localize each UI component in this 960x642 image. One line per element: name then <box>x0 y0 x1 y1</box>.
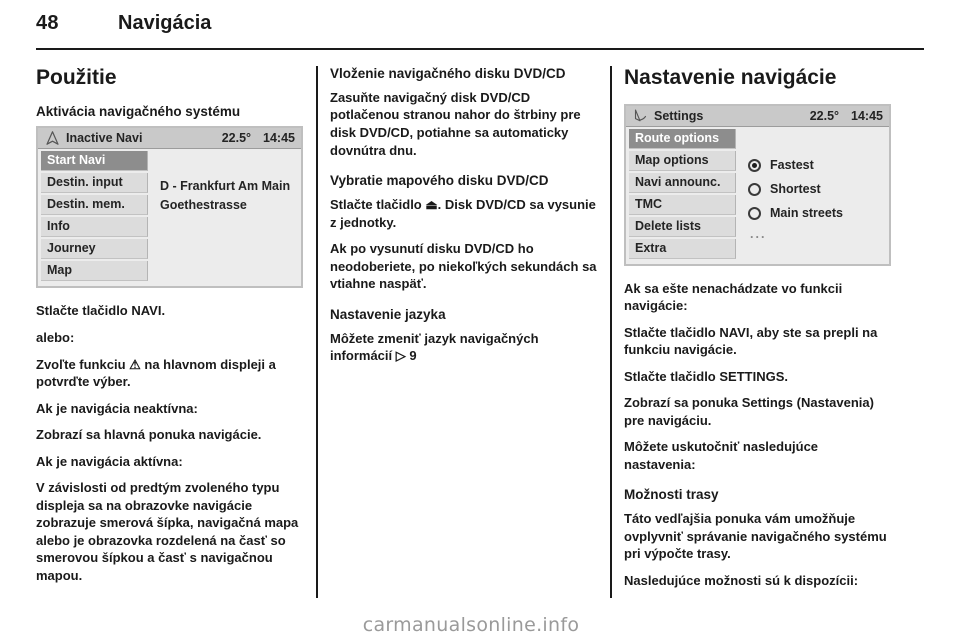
screen-menu-list: Route options Map options Navi announc. … <box>626 127 736 264</box>
menu-item-map-options[interactable]: Map options <box>629 150 736 171</box>
menu-item-info[interactable]: Info <box>41 217 148 238</box>
paragraph-main-menu-shown: Zobrazí sa hlavná ponuka navigácie. <box>36 427 262 443</box>
radio-selected-icon <box>748 158 761 172</box>
column-left: Použitie Aktivácia navigačného systému I… <box>36 66 303 598</box>
paragraph-press-navi-switch: Stlačte tlačidlo NAVI, aby ste sa prepli… <box>624 324 878 358</box>
radio-label-fastest: Fastest <box>770 158 814 173</box>
menu-item-route-options[interactable]: Route options <box>629 128 736 149</box>
paragraph-press-settings: Stlačte tlačidlo SETTINGS. <box>624 368 788 384</box>
paragraph-settings-menu-shown: Zobrazí sa ponuka Settings (Nastavenia) … <box>624 395 874 428</box>
paragraph-select-function: Zvoľte funkciu ⚠ na hlavnom displeji a p… <box>36 356 276 390</box>
column-divider-1 <box>303 66 330 598</box>
navigation-arrow-icon <box>44 131 60 146</box>
section-title-usage: Použitie <box>36 66 117 89</box>
menu-item-navi-announc[interactable]: Navi announc. <box>629 172 736 193</box>
heading-insert-dvd: Vloženie navigačného disku DVD/CD <box>330 66 566 81</box>
radio-option-fastest[interactable]: Fastest <box>748 155 883 176</box>
header-divider <box>36 48 924 50</box>
destination-city: D - Frankfurt Am Main <box>160 179 291 194</box>
screen-clock: 14:45 <box>263 131 295 146</box>
paragraph-route-options-desc: Táto vedľajšia ponuka vám umožňuje ovply… <box>624 511 887 562</box>
navi-screen-inactive: Inactive Navi 22.5° 14:45 Start Navi Des… <box>36 126 303 289</box>
heading-language-setting: Nastavenie jazyka <box>330 306 446 322</box>
radio-unselected-icon <box>748 206 761 220</box>
screen-title: Settings <box>654 108 704 123</box>
paragraph-if-navi-active: Ak je navigácia aktívna: <box>36 453 183 469</box>
subsection-title-route-options: Možnosti trasy <box>624 487 719 503</box>
page-columns: Použitie Aktivácia navigačného systému I… <box>36 66 924 598</box>
column-middle: Vloženie navigačného disku DVD/CD Zasuňt… <box>330 66 597 598</box>
heading-eject-dvd: Vybratie mapového disku DVD/CD <box>330 173 549 189</box>
page-header: 48 Navigácia <box>36 12 924 46</box>
radio-label-main-streets: Main streets <box>770 206 843 221</box>
paragraph-if-navi-inactive: Ak je navigácia neaktívna: <box>36 400 198 416</box>
menu-item-start-navi[interactable]: Start Navi <box>41 151 148 172</box>
footer-watermark: carmanualsonline.info <box>362 614 580 636</box>
paragraph-press-navi: Stlačte tlačidlo NAVI. <box>36 303 166 319</box>
screen-detail-panel: Fastest Shortest Main streets ... <box>736 126 889 264</box>
more-options-indicator[interactable]: ... <box>748 227 883 241</box>
section-title-navi-settings: Nastavenie navigácie <box>624 66 837 89</box>
page-number: 48 <box>36 12 59 34</box>
paragraph-language-setting: Môžete zmeniť jazyk navigačných informác… <box>330 330 539 364</box>
screen-body: Start Navi Destin. input Destin. mem. In… <box>38 149 301 287</box>
screen-temperature: 22.5° <box>809 108 840 123</box>
paragraph-display-type: V závislosti od predtým zvoleného typu d… <box>36 480 299 583</box>
paragraph-reload-dvd: Ak po vysunutí disku DVD/CD ho neodoberi… <box>330 241 597 292</box>
paragraph-or: alebo: <box>36 329 75 345</box>
screen-clock: 14:45 <box>851 108 883 123</box>
subsection-title-activation: Aktivácia navigačného systému <box>36 103 241 119</box>
screen-title: Inactive Navi <box>66 131 143 146</box>
radio-unselected-icon <box>748 182 761 196</box>
paragraph-eject-dvd: Stlačte tlačidlo ⏏. Disk DVD/CD sa vysun… <box>330 197 596 230</box>
screen-temperature: 22.5° <box>221 131 252 146</box>
navigation-settings-icon <box>632 108 648 123</box>
screen-status-bar: Settings 22.5° 14:45 <box>626 105 889 127</box>
destination-street: Goethestrasse <box>160 198 247 213</box>
radio-option-shortest[interactable]: Shortest <box>748 179 883 200</box>
screen-status-bar: Inactive Navi 22.5° 14:45 <box>38 128 301 150</box>
screen-menu-list: Start Navi Destin. input Destin. mem. In… <box>38 149 148 286</box>
detail-spacer <box>748 135 883 155</box>
menu-item-delete-lists[interactable]: Delete lists <box>629 216 736 237</box>
menu-item-extra[interactable]: Extra <box>629 238 736 259</box>
chapter-title: Navigácia <box>118 12 212 34</box>
radio-label-shortest: Shortest <box>770 182 821 197</box>
menu-item-destin-mem[interactable]: Destin. mem. <box>41 195 148 216</box>
menu-item-journey[interactable]: Journey <box>41 239 148 260</box>
menu-item-map[interactable]: Map <box>41 261 148 282</box>
radio-option-main-streets[interactable]: Main streets <box>748 203 883 224</box>
screen-detail-panel: D - Frankfurt Am Main Goethestrasse <box>148 149 301 287</box>
navi-screen-settings: Settings 22.5° 14:45 Route options Map o… <box>624 103 891 266</box>
paragraph-if-not-in-navi: Ak sa ešte nenachádzate vo funkcii navig… <box>624 280 843 314</box>
detail-spacer <box>160 157 295 177</box>
screen-body: Route options Map options Navi announc. … <box>626 126 889 264</box>
column-right: Nastavenie navigácie Settings 22.5° 14:4… <box>624 66 891 598</box>
menu-item-destin-input[interactable]: Destin. input <box>41 173 148 194</box>
paragraph-following-options: Nasledujúce možnosti sú k dispozícii: <box>624 573 859 588</box>
paragraph-available-settings: Môžete uskutočniť nasledujúce nastavenia… <box>624 439 819 472</box>
column-divider-2 <box>597 66 624 598</box>
paragraph-insert-dvd: Zasuňte navigačný disk DVD/CD potlačenou… <box>330 89 581 158</box>
menu-item-tmc[interactable]: TMC <box>629 194 736 215</box>
